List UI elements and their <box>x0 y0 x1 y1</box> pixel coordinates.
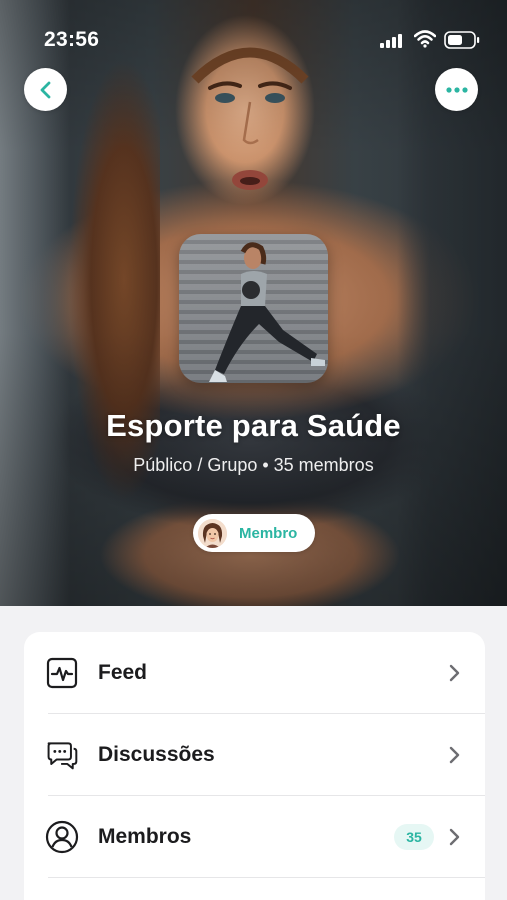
chevron-left-icon <box>40 81 50 98</box>
divider <box>48 877 485 878</box>
menu-item-label: Feed <box>98 660 148 684</box>
menu-item-discussions[interactable]: Discussões <box>24 714 485 795</box>
user-avatar-illustration <box>198 518 227 548</box>
menu-item-members[interactable]: Membros 35 <box>24 796 485 877</box>
group-cover: 23:56 Esporte para Saúde Público / Grupo… <box>0 0 507 606</box>
menu-item-feed[interactable]: Feed <box>24 632 485 713</box>
chevron-right-icon <box>449 664 460 681</box>
user-icon <box>45 820 79 854</box>
group-avatar-athlete <box>209 242 325 382</box>
status-bar: 23:56 <box>0 0 507 80</box>
avatar <box>198 518 227 548</box>
chevron-right-icon <box>449 828 460 845</box>
menu-item-label: Membros <box>98 824 192 848</box>
chevron-right-icon <box>449 746 460 763</box>
group-subtitle: Público / Grupo • 35 membros <box>133 455 374 475</box>
group-avatar <box>179 234 328 383</box>
membership-status-button[interactable]: Membro <box>193 514 315 552</box>
more-horizontal-icon <box>445 86 468 93</box>
status-time: 23:56 <box>44 28 100 51</box>
members-count-badge: 35 <box>394 823 434 850</box>
battery-icon <box>444 31 480 49</box>
menu-item-label: Discussões <box>98 742 215 766</box>
membership-label: Membro <box>239 524 298 542</box>
chat-bubbles-icon <box>45 738 79 772</box>
back-button[interactable] <box>24 68 67 111</box>
wifi-icon <box>414 30 436 48</box>
cellular-signal-icon <box>380 34 402 48</box>
group-title: Esporte para Saúde <box>106 408 401 443</box>
activity-pulse-icon <box>45 656 79 690</box>
group-menu-card: Feed Discussões Membros 35 <box>24 632 485 900</box>
more-options-button[interactable] <box>435 68 478 111</box>
